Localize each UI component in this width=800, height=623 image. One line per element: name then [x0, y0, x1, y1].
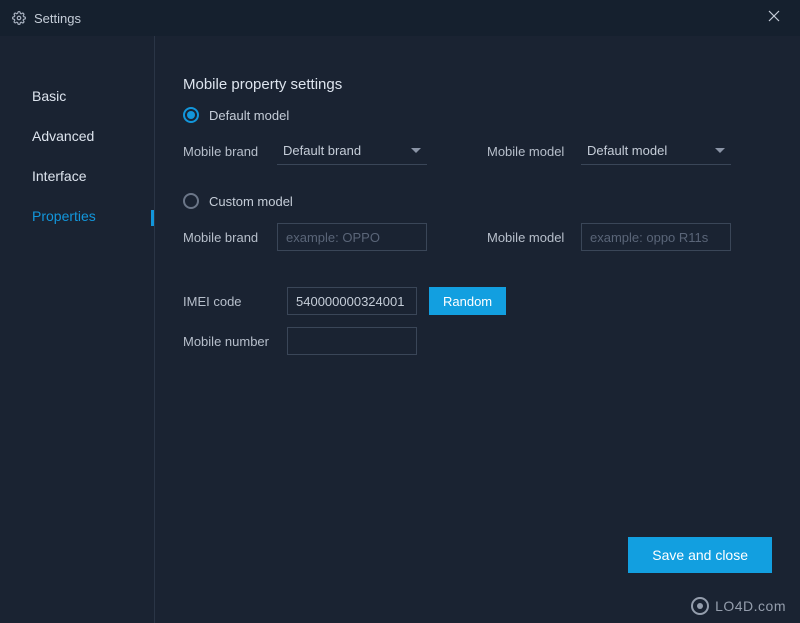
close-button[interactable] [760, 5, 788, 31]
sidebar-item-label: Advanced [32, 128, 94, 144]
dropdown-value: Default brand [283, 143, 361, 158]
default-brand-field: Mobile brand Default brand [183, 137, 427, 165]
sidebar-item-advanced[interactable]: Advanced [0, 116, 154, 156]
watermark-text: LO4D.com [715, 598, 786, 614]
field-label: Mobile number [183, 334, 275, 349]
custom-model-input[interactable] [581, 223, 731, 251]
section-title: Mobile property settings [183, 76, 772, 93]
imei-input[interactable] [287, 287, 417, 315]
mobile-number-row: Mobile number [183, 327, 772, 355]
content: Mobile property settings Default model M… [155, 36, 800, 623]
chevron-down-icon [411, 148, 421, 153]
radio-custom-model[interactable]: Custom model [183, 193, 772, 209]
random-button[interactable]: Random [429, 287, 506, 315]
sidebar: Basic Advanced Interface Properties [0, 36, 155, 623]
custom-model-field: Mobile model [487, 223, 731, 251]
dropdown-value: Default model [587, 143, 667, 158]
imei-row: IMEI code Random [183, 287, 772, 315]
watermark-logo-icon [691, 597, 709, 615]
body-area: Basic Advanced Interface Properties Mobi… [0, 36, 800, 623]
mobile-number-input[interactable] [287, 327, 417, 355]
sidebar-item-interface[interactable]: Interface [0, 156, 154, 196]
titlebar-left: Settings [12, 11, 81, 26]
default-model-dropdown[interactable]: Default model [581, 137, 731, 165]
radio-label: Default model [209, 108, 289, 123]
sidebar-item-properties[interactable]: Properties [0, 196, 154, 236]
field-label: Mobile brand [183, 230, 265, 245]
custom-brand-input[interactable] [277, 223, 427, 251]
custom-model-fields: Mobile brand Mobile model [183, 223, 772, 251]
watermark: LO4D.com [691, 597, 786, 615]
sidebar-item-basic[interactable]: Basic [0, 76, 154, 116]
radio-icon [183, 107, 199, 123]
sidebar-item-label: Properties [32, 208, 96, 224]
default-model-field: Mobile model Default model [487, 137, 731, 165]
sidebar-item-label: Interface [32, 168, 86, 184]
field-label: Mobile brand [183, 144, 265, 159]
radio-label: Custom model [209, 194, 293, 209]
custom-brand-field: Mobile brand [183, 223, 427, 251]
radio-icon [183, 193, 199, 209]
save-and-close-button[interactable]: Save and close [628, 537, 772, 573]
field-label: Mobile model [487, 230, 569, 245]
gear-icon [12, 11, 26, 25]
default-model-fields: Mobile brand Default brand Mobile model … [183, 137, 772, 165]
field-label: IMEI code [183, 294, 275, 309]
window-title: Settings [34, 11, 81, 26]
radio-default-model[interactable]: Default model [183, 107, 772, 123]
chevron-down-icon [715, 148, 725, 153]
field-label: Mobile model [487, 144, 569, 159]
sidebar-item-label: Basic [32, 88, 66, 104]
close-icon [768, 10, 780, 22]
titlebar: Settings [0, 0, 800, 36]
default-brand-dropdown[interactable]: Default brand [277, 137, 427, 165]
